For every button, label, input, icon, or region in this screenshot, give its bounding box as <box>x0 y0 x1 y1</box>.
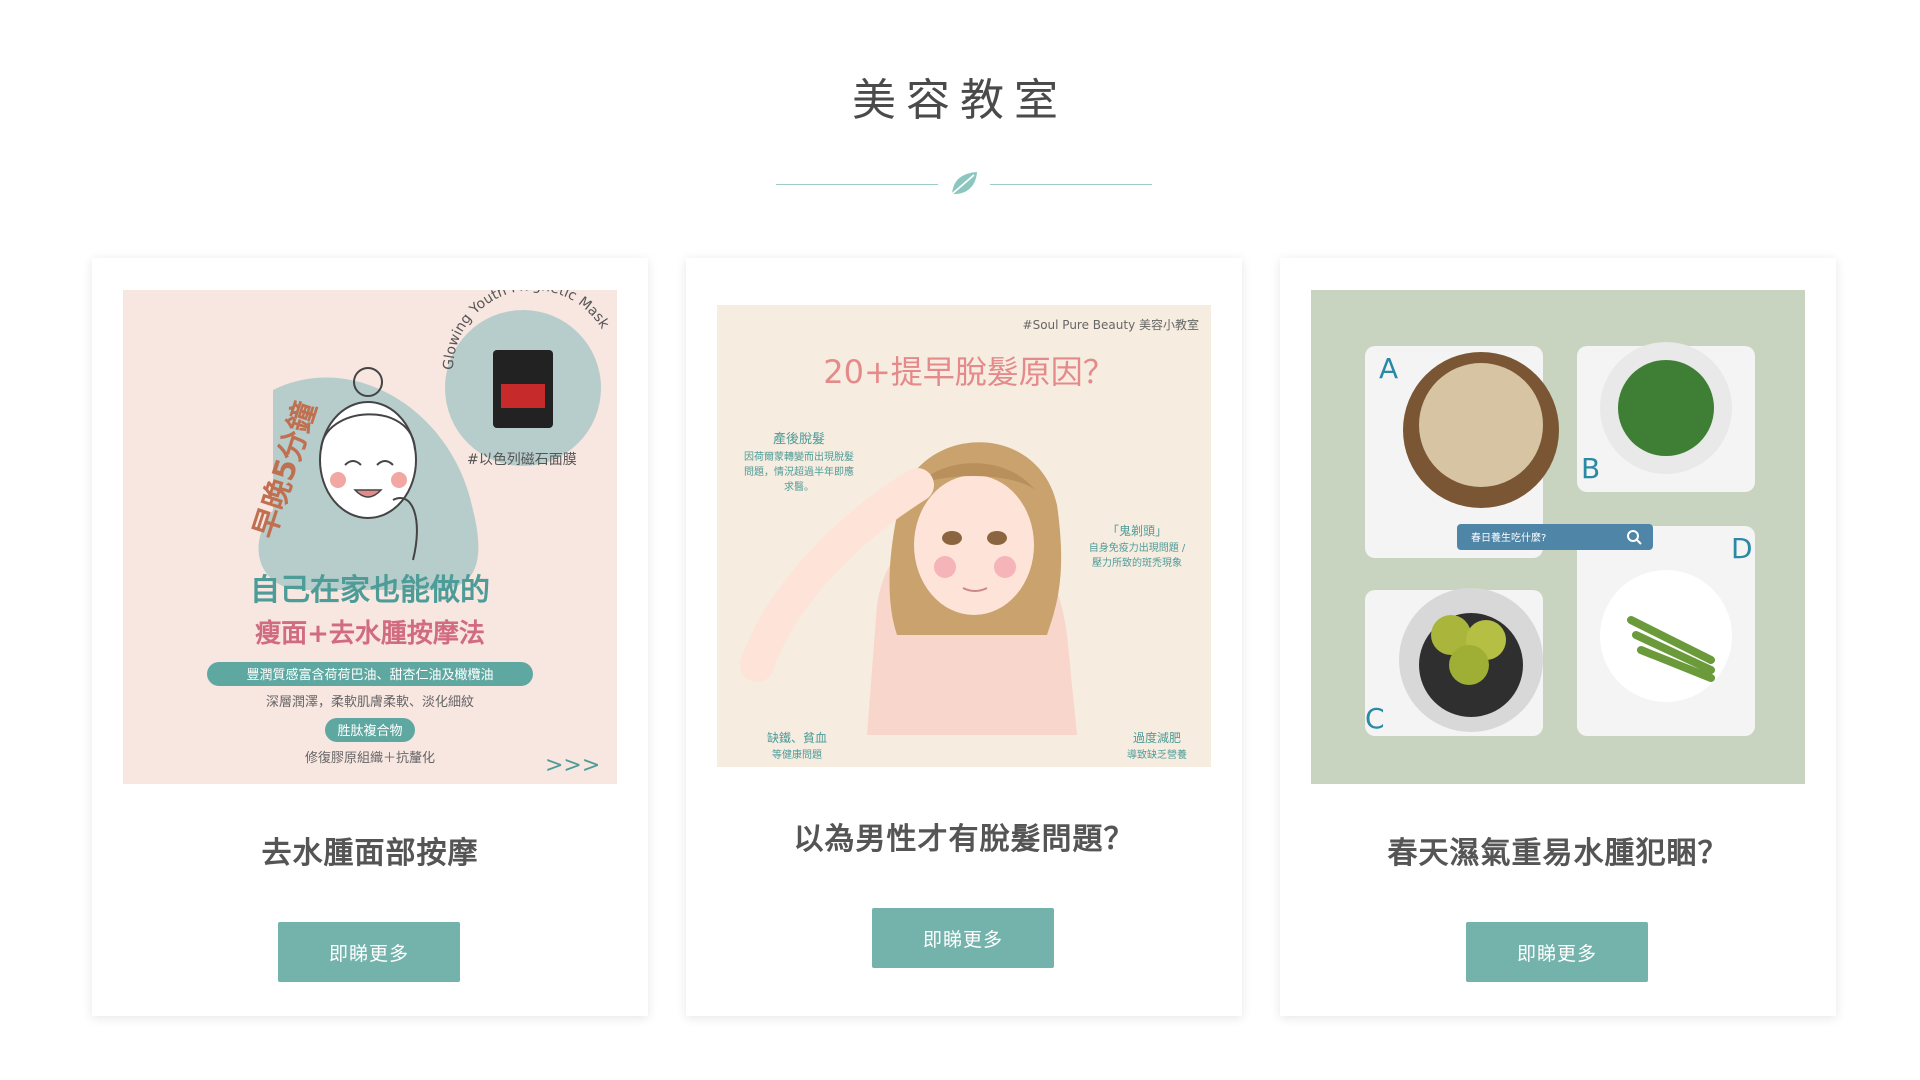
cause-1-line-3: 求醫。 <box>784 481 814 493</box>
search-text: 春日養生吃什麼? <box>1471 531 1546 544</box>
read-more-button[interactable]: 即睇更多 <box>278 922 460 982</box>
cause-3-title: 缺鐵、貧血 <box>767 730 827 745</box>
title-divider <box>776 164 1152 204</box>
article-card-hair-loss: #Soul Pure Beauty 美容小教室 20+提早脫髮原因？ 產後脫髮 … <box>686 258 1242 1016</box>
cause-3-line-1: 等健康問題 <box>772 748 822 761</box>
header-tag: #Soul Pure Beauty 美容小教室 <box>1023 317 1199 332</box>
option-a-label: A <box>1379 352 1398 385</box>
benefit-pill-2: 胜肽複合物 <box>337 723 402 739</box>
option-c-label: C <box>1365 702 1385 735</box>
read-more-button[interactable]: 即睇更多 <box>872 908 1054 968</box>
cause-1-line-2: 問題，情況超過半年即應 <box>744 465 854 478</box>
product-tag: #以色列磁石面膜 <box>467 451 577 468</box>
article-image[interactable]: Glowing Youth Magnetic Mask 早晚5分鐘 #以色列磁石… <box>123 290 617 784</box>
cause-1-line-1: 因荷爾蒙轉變而出現脫髮 <box>744 450 854 463</box>
read-more-button[interactable]: 即睇更多 <box>1466 922 1648 982</box>
cause-4-line-1: 導致缺乏營養 <box>1127 748 1187 761</box>
benefit-line-2: 修復膠原組織＋抗釐化 <box>305 750 435 766</box>
article-image[interactable]: #Soul Pure Beauty 美容小教室 20+提早脫髮原因？ 產後脫髮 … <box>717 305 1211 767</box>
option-d-label: D <box>1731 532 1753 565</box>
article-card-spring-food: 春日養生吃什麼? A B C D 春天濕氣重易水腫犯睏？ 即睇更多 <box>1280 258 1836 1016</box>
next-arrows: >>> <box>545 753 600 778</box>
option-b-label: B <box>1581 452 1600 485</box>
leaf-icon <box>951 172 977 195</box>
hair-headline: 20+提早脫髮原因？ <box>823 353 1115 391</box>
article-image[interactable]: 春日養生吃什麼? A B C D <box>1311 290 1805 784</box>
spring-food-collage: 春日養生吃什麼? A B C D <box>1311 290 1805 784</box>
card-title: 去水腫面部按摩 <box>261 836 479 871</box>
divider-line-right <box>990 183 1152 185</box>
headline-1: 自己在家也能做的 <box>250 573 490 608</box>
cause-4-title: 過度減肥 <box>1133 730 1181 745</box>
divider-line-left <box>776 183 938 185</box>
section-title: 美容教室 <box>852 75 1068 126</box>
card-title: 以為男性才有脫髮問題？ <box>793 822 1135 857</box>
hair-loss-illustration: #Soul Pure Beauty 美容小教室 20+提早脫髮原因？ 產後脫髮 … <box>717 305 1211 767</box>
article-card-facial-massage: Glowing Youth Magnetic Mask 早晚5分鐘 #以色列磁石… <box>92 258 648 1016</box>
cause-2-line-2: 壓力所致的斑禿現象 <box>1092 556 1182 569</box>
benefit-pill-1: 豐潤質感富含荷荷巴油、甜杏仁油及橄欖油 <box>246 667 493 683</box>
cause-2-line-1: 自身免疫力出現問題 / <box>1089 541 1186 554</box>
benefit-line-1: 深層潤澤，柔軟肌膚柔軟、淡化細紋 <box>266 694 474 710</box>
facial-massage-illustration: Glowing Youth Magnetic Mask 早晚5分鐘 #以色列磁石… <box>123 290 617 784</box>
card-title: 春天濕氣重易水腫犯睏？ <box>1387 836 1729 871</box>
cause-2-title: 「鬼剃頭」 <box>1107 523 1167 538</box>
headline-2: 瘦面+去水腫按摩法 <box>255 618 485 649</box>
cause-1-title: 產後脫髮 <box>773 431 825 447</box>
